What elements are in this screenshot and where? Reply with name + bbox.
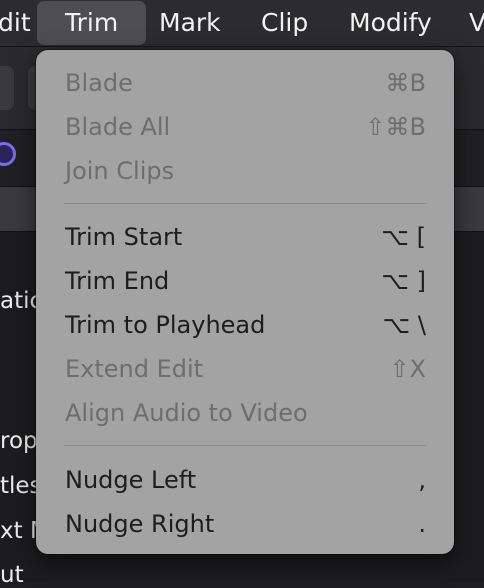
trim-menu: Blade ⌘B Blade All ⇧⌘B Join Clips Trim S… [36, 50, 454, 554]
menu-clip[interactable]: Clip [261, 0, 308, 46]
menu-separator [64, 203, 426, 204]
shortcut-label: , [418, 466, 426, 494]
menu-separator [64, 445, 426, 446]
shortcut-label: ⌥ ] [381, 267, 426, 295]
menu-item-label: Join Clips [65, 157, 175, 185]
shortcut-label: ⌥ [ [381, 223, 426, 251]
menu-item-blade-all[interactable]: Blade All ⇧⌘B [36, 105, 454, 149]
menu-modify[interactable]: Modify [349, 0, 432, 46]
menu-item-label: Blade All [65, 113, 171, 141]
menu-trim[interactable]: Trim [37, 1, 147, 45]
menu-item-label: Trim Start [65, 223, 183, 251]
menu-item-trim-start[interactable]: Trim Start ⌥ [ [36, 215, 454, 259]
menu-item-trim-to-playhead[interactable]: Trim to Playhead ⌥ \ [36, 303, 454, 347]
menu-bar: dit Trim Mark Clip Modify V [0, 0, 484, 47]
toolbar-button[interactable] [0, 66, 14, 110]
menu-edit[interactable]: dit [0, 0, 31, 46]
menu-item-extend-edit[interactable]: Extend Edit ⇧X [36, 347, 454, 391]
menu-item-label: Blade [65, 69, 133, 97]
menu-item-label: Extend Edit [65, 355, 204, 383]
shortcut-label: ⇧⌘B [365, 113, 426, 141]
sidebar-label: ut [0, 562, 24, 588]
menu-mark[interactable]: Mark [159, 0, 221, 46]
menu-item-join-clips[interactable]: Join Clips [36, 149, 454, 193]
sidebar-label: rop [0, 428, 38, 454]
menu-item-label: Trim to Playhead [65, 311, 266, 339]
menu-item-trim-end[interactable]: Trim End ⌥ ] [36, 259, 454, 303]
menu-view[interactable]: V [469, 0, 484, 46]
menu-item-blade[interactable]: Blade ⌘B [36, 61, 454, 105]
menu-item-label: Trim End [65, 267, 170, 295]
menu-item-label: Nudge Right [65, 510, 215, 538]
menu-item-label: Align Audio to Video [65, 399, 308, 427]
menu-item-nudge-right[interactable]: Nudge Right . [36, 502, 454, 546]
menu-item-align-audio-to-video[interactable]: Align Audio to Video [36, 391, 454, 435]
menu-item-label: Nudge Left [65, 466, 197, 494]
shortcut-label: ⌘B [385, 69, 426, 97]
shortcut-label: ⇧X [389, 355, 426, 383]
menu-item-nudge-left[interactable]: Nudge Left , [36, 458, 454, 502]
shortcut-label: ⌥ \ [382, 311, 426, 339]
shortcut-label: . [418, 510, 426, 538]
